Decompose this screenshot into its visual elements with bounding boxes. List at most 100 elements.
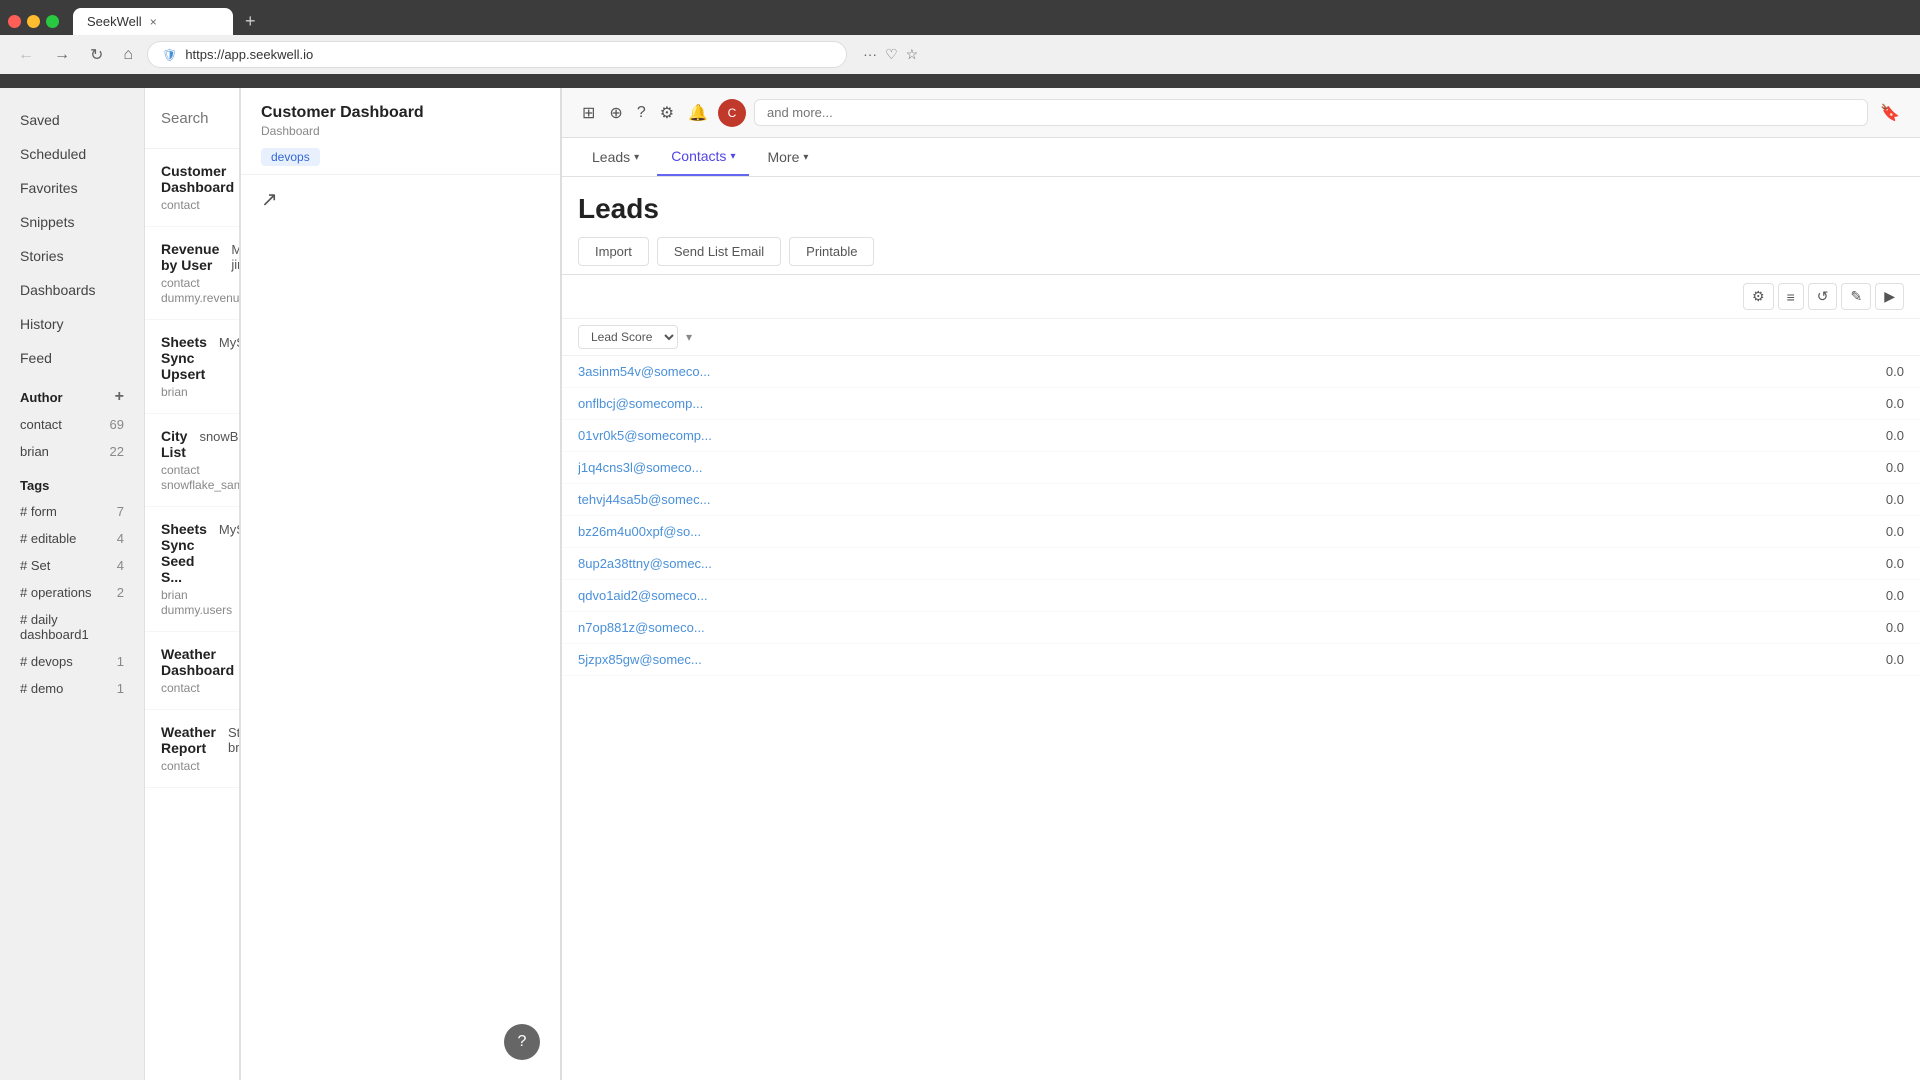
crm-search-input[interactable] (754, 99, 1868, 126)
list-item[interactable]: Customer Dashboard Dashboard 🗑 ▶ contact (145, 149, 239, 227)
crm-notif-btn[interactable]: 🔔 (684, 99, 712, 127)
sidebar-item-feed[interactable]: Feed (0, 342, 144, 374)
email-cell[interactable]: onflbcj@somecomp... (578, 396, 1462, 411)
author-name-brian: brian (20, 444, 49, 459)
tags-label: Tags (20, 478, 49, 493)
help-btn[interactable]: ? (504, 1024, 540, 1060)
sidebar-item-scheduled[interactable]: Scheduled (0, 138, 144, 170)
sidebar-item-saved[interactable]: Saved (0, 104, 144, 136)
item-title: Weather Report (161, 724, 216, 756)
tab-close-btn[interactable]: × (150, 15, 157, 29)
table-row[interactable]: 5jzpx85gw@somec... 0.0 (562, 644, 1920, 676)
chevron-down-icon: ▾ (730, 151, 735, 162)
email-cell[interactable]: n7op881z@someco... (578, 620, 1462, 635)
crm-icon-btn-1[interactable]: ⊞ (578, 99, 599, 127)
crm-bookmark-btn[interactable]: 🔖 (1876, 99, 1904, 127)
star-icon[interactable]: ☆ (906, 46, 919, 63)
table-row[interactable]: onflbcj@somecomp... 0.0 (562, 388, 1920, 420)
sidebar-item-history[interactable]: History (0, 308, 144, 340)
crm-add-btn[interactable]: ⊕ (605, 99, 626, 127)
view-btn[interactable]: ≡ (1778, 283, 1804, 310)
email-cell[interactable]: tehvj44sa5b@somec... (578, 492, 1462, 507)
close-window-btn[interactable] (8, 15, 21, 28)
refresh-btn[interactable]: ↺ (1808, 283, 1838, 310)
address-bar[interactable]: 🛡 https://app.seekwell.io (147, 41, 847, 68)
nav-contacts[interactable]: Contacts ▾ (657, 138, 749, 176)
reload-btn[interactable]: ↻ (84, 43, 109, 67)
settings-btn[interactable]: ⚙ (1743, 283, 1774, 310)
nav-more[interactable]: More ▾ (753, 139, 822, 175)
printable-btn[interactable]: Printable (789, 237, 874, 266)
email-cell[interactable]: 5jzpx85gw@somec... (578, 652, 1462, 667)
tag-operations[interactable]: # operations 2 (0, 580, 144, 605)
nav-menu-icon[interactable]: ··· (863, 46, 877, 63)
sidebar-item-stories[interactable]: Stories (0, 240, 144, 272)
table-row[interactable]: tehvj44sa5b@somec... 0.0 (562, 484, 1920, 516)
author-contact[interactable]: contact 69 (0, 412, 144, 437)
list-item[interactable]: Revenue by User MySQL → jim@seekwell.io … (145, 227, 239, 320)
list-item[interactable]: Weather Report Story → brian@berch.io co… (145, 710, 239, 788)
list-item[interactable]: Weather Dashboard Dashboard contact (145, 632, 239, 710)
tag-devops[interactable]: # devops 1 (0, 649, 144, 674)
author-add-btn[interactable]: + (115, 388, 124, 406)
crm-settings-btn[interactable]: ⚙ (656, 99, 678, 127)
crm-avatar[interactable]: C (718, 99, 746, 127)
score-cell: 0.0 (1462, 588, 1904, 603)
tag-daily-dashboard[interactable]: # daily dashboard1 (0, 607, 144, 647)
email-cell[interactable]: j1q4cns3l@someco... (578, 460, 1462, 475)
email-cell[interactable]: qdvo1aid2@someco... (578, 588, 1462, 603)
table-row[interactable]: qdvo1aid2@someco... 0.0 (562, 580, 1920, 612)
crm-header-actions: ⊞ ⊕ ? ⚙ 🔔 C (578, 99, 746, 127)
crm-panel: ⊞ ⊕ ? ⚙ 🔔 C 🔖 Leads ▾ Contacts ▾ More ▾ (560, 88, 1920, 1080)
email-cell[interactable]: 8up2a38ttny@somec... (578, 556, 1462, 571)
table-row[interactable]: 8up2a38ttny@somec... 0.0 (562, 548, 1920, 580)
item-title: Revenue by User (161, 241, 219, 273)
send-list-email-btn[interactable]: Send List Email (657, 237, 781, 266)
back-btn[interactable]: ← (12, 44, 40, 66)
sidebar-item-favorites[interactable]: Favorites (0, 172, 144, 204)
preview-external: ↗ (241, 175, 560, 224)
list-item[interactable]: City List snowBerch contact snowflake_sa… (145, 414, 239, 507)
sidebar-item-snippets[interactable]: Snippets (0, 206, 144, 238)
chevron-down-icon: ▾ (803, 152, 808, 163)
table-row[interactable]: 01vr0k5@somecomp... 0.0 (562, 420, 1920, 452)
sidebar-item-dashboards[interactable]: Dashboards (0, 274, 144, 306)
import-btn[interactable]: Import (578, 237, 649, 266)
email-cell[interactable]: bz26m4u00xpf@so... (578, 524, 1462, 539)
maximize-window-btn[interactable] (46, 15, 59, 28)
crm-help-btn[interactable]: ? (633, 100, 650, 126)
leads-title: Leads (578, 193, 1904, 225)
lock-icon: 🛡 (162, 48, 177, 62)
tag-set[interactable]: # Set 4 (0, 553, 144, 578)
lead-score-filter[interactable]: Lead Score (578, 325, 678, 349)
table-row[interactable]: bz26m4u00xpf@so... 0.0 (562, 516, 1920, 548)
item-sub: brian (161, 588, 223, 602)
search-input[interactable] (161, 110, 239, 127)
browser-tab[interactable]: SeekWell × (73, 8, 233, 35)
external-link-btn[interactable]: ↗ (261, 189, 278, 211)
tag-demo[interactable]: # demo 1 (0, 676, 144, 701)
nav-leads[interactable]: Leads ▾ (578, 139, 653, 175)
email-cell[interactable]: 3asinm54v@someco... (578, 364, 1462, 379)
email-cell[interactable]: 01vr0k5@somecomp... (578, 428, 1462, 443)
minimize-window-btn[interactable] (27, 15, 40, 28)
crm-filter-bar: Lead Score ▾ (562, 319, 1920, 356)
list-item[interactable]: Sheets Sync Seed S... MySQL brian dummy.… (145, 507, 239, 632)
list-item[interactable]: Sheets Sync Upsert MySQL brian (145, 320, 239, 414)
preview-tag[interactable]: devops (261, 148, 320, 166)
url-text: https://app.seekwell.io (185, 47, 313, 62)
item-title: Weather Dashboard (161, 646, 234, 678)
table-row[interactable]: n7op881z@someco... 0.0 (562, 612, 1920, 644)
new-tab-btn[interactable]: + (237, 11, 264, 32)
bookmark-icon[interactable]: ♡ (885, 46, 898, 63)
tag-editable[interactable]: # editable 4 (0, 526, 144, 551)
expand-btn[interactable]: ▶ (1875, 283, 1904, 310)
edit-btn[interactable]: ✎ (1841, 283, 1871, 310)
author-label: Author (20, 390, 63, 405)
table-row[interactable]: 3asinm54v@someco... 0.0 (562, 356, 1920, 388)
forward-btn[interactable]: → (48, 44, 76, 66)
home-btn[interactable]: ⌂ (117, 44, 139, 66)
table-row[interactable]: j1q4cns3l@someco... 0.0 (562, 452, 1920, 484)
tag-form[interactable]: # form 7 (0, 499, 144, 524)
author-brian[interactable]: brian 22 (0, 439, 144, 464)
